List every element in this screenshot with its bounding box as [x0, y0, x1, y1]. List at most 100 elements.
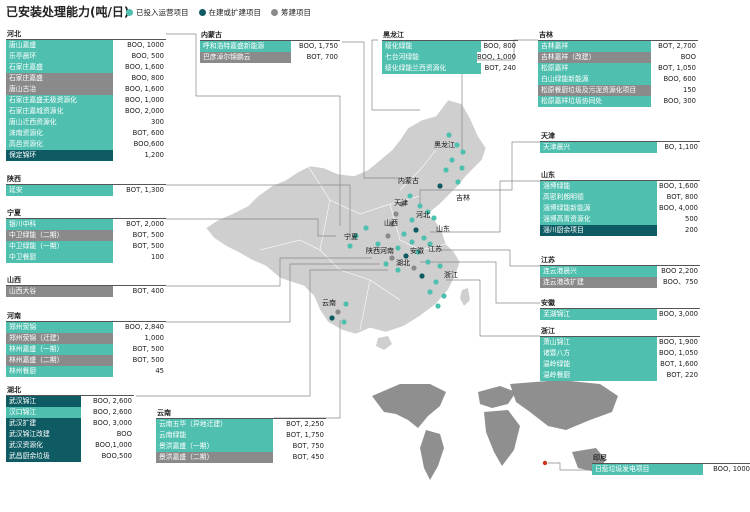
project-capacity: BOT, 750 — [292, 442, 324, 450]
project-dot-operating — [459, 165, 465, 171]
project-row: 淄博高青资源化 500 — [540, 214, 700, 225]
project-row: 林州嘉盛（二期） BOT, 500 — [6, 355, 166, 366]
project-name: 中卫绿能（一期） — [6, 241, 113, 252]
panel-title-zhejiang: 浙江 — [540, 326, 700, 337]
project-row: 松原嘉祥 BOT, 1,050 — [538, 63, 698, 74]
project-name: 日惹垃圾发电项目 — [592, 464, 703, 475]
project-row: 林州餐厨 45 — [6, 366, 166, 377]
project-capacity: 1,000 — [144, 334, 164, 342]
panel-title-shaanxi: 陕西 — [6, 174, 166, 185]
project-capacity: BOO, 1,000 — [476, 53, 516, 61]
project-capacity: BOO, 2,600 — [92, 397, 132, 405]
project-name: 林州餐厨 — [6, 366, 113, 377]
panel-shandong: 山东 淄博绿能 BOO, 1,600 高密利朗明德 BOT, 800 淄博绿能新能源 BOO… — [540, 170, 700, 236]
panel-title-heilongjiang: 黑龙江 — [382, 30, 518, 41]
project-name: 萧山锦江 — [540, 337, 657, 348]
project-name: 郑州荥锦（迁建） — [6, 333, 113, 344]
project-capacity: BOO,600 — [133, 140, 164, 148]
project-name: 银川中科 — [6, 219, 113, 230]
indonesia-marker — [542, 460, 548, 466]
project-row: 郑州荥锦 BOO, 2,840 — [6, 322, 166, 333]
project-capacity: BOO, 800 — [131, 74, 164, 82]
project-capacity: BOO, 1,900 — [658, 338, 698, 346]
project-name: 林州嘉盛（一期） — [6, 344, 113, 355]
project-name: 武汉资源化 — [6, 440, 81, 451]
project-name: 保定锦环 — [6, 150, 113, 161]
project-capacity: BOO、750 — [662, 278, 698, 286]
taiwan-shape — [460, 288, 470, 306]
map-label: 河南 — [380, 247, 394, 255]
project-capacity: BOT, 240 — [484, 64, 516, 72]
project-capacity: BOT, 400 — [132, 287, 164, 295]
project-row: 石家庄嘉盛 BOO, 800 — [6, 73, 166, 84]
project-row: 唐山迁西资源化 300 — [6, 117, 166, 128]
project-row: 吉林嘉祥（改建） BOO — [538, 52, 698, 63]
project-name: 中卫餐厨 — [6, 252, 113, 263]
project-row: 保定锦环 1,200 — [6, 150, 166, 161]
project-row: 日惹垃圾发电项目 BOO, 1000 — [592, 464, 750, 475]
project-row: 连云港改扩建 BOO、750 — [540, 277, 700, 288]
project-dot-planned — [393, 211, 399, 217]
panel-hebei: 河北 唐山嘉盛 BOO, 1000 乐亭晨环 BOO, 500 石家庄嘉盛 BOO, 1,6… — [6, 29, 166, 161]
panel-title-shandong: 山东 — [540, 170, 700, 181]
project-name: 温岭绿能 — [540, 359, 657, 370]
project-row: 石家庄嘉城资源化 BOO, 2,000 — [6, 106, 166, 117]
project-name: 呼和浩特嘉盛新能源 — [200, 41, 291, 52]
project-row: 郑州荥锦（迁建） 1,000 — [6, 333, 166, 344]
project-name: 石家庄嘉城资源化 — [6, 106, 113, 117]
project-dot-operating — [407, 193, 413, 199]
panel-neimenggu: 内蒙古 呼和浩特嘉盛新能源 BOO, 1,750 巴彦淖尔锦鹏云 BOT, 700 — [200, 30, 340, 63]
project-capacity: BOO, 2,840 — [124, 323, 164, 331]
project-row: 景洪嘉盛（二期） BOT, 450 — [156, 452, 326, 463]
project-row: 武汉扩建 BOO, 3,000 — [6, 418, 134, 429]
project-name: 巴彦淖尔锦鹏云 — [200, 52, 291, 63]
panel-title-hebei: 河北 — [6, 29, 166, 40]
project-capacity: 45 — [155, 367, 164, 375]
project-dot-planned — [411, 265, 417, 271]
project-row: 景洪嘉盛（一期） BOT, 750 — [156, 441, 326, 452]
project-row: 石家庄嘉盛 BOO, 1,600 — [6, 62, 166, 73]
map-label: 内蒙古 — [398, 177, 419, 185]
project-name: 郑州荥锦 — [6, 322, 113, 333]
project-name: 涞南资源化 — [6, 128, 113, 139]
project-row: 温岭绿能 BOT, 1,600 — [540, 359, 700, 370]
project-row: 绥化绿能兰西资源化 BOT, 240 — [382, 63, 518, 74]
project-capacity: BOO, 1,000 — [124, 96, 164, 104]
project-name: 林州嘉盛（二期） — [6, 355, 113, 366]
project-capacity: BOO, 600 — [663, 75, 696, 83]
map-label: 宁夏 — [344, 233, 358, 241]
project-name: 石家庄嘉盛无极资源化 — [6, 95, 113, 106]
project-dot-operating — [343, 301, 349, 307]
project-row: 巴彦淖尔锦鹏云 BOT, 700 — [200, 52, 340, 63]
panel-shaanxi: 陕西 延安 BOT, 1,300 — [6, 174, 166, 196]
project-dot-operating — [460, 149, 466, 155]
project-capacity: BOO, 1,600 — [658, 182, 698, 190]
project-dot-operating — [409, 239, 415, 245]
project-capacity: BOO, 300 — [663, 97, 696, 105]
project-name: 武汉扩建 — [6, 418, 81, 429]
project-name: 绥化绿能 — [382, 41, 481, 52]
project-capacity: BOO, 1,050 — [658, 349, 698, 357]
project-capacity: 300 — [151, 118, 164, 126]
project-capacity: BO, 1,100 — [664, 143, 698, 151]
map-label: 天津 — [394, 199, 408, 207]
project-dot-operating — [443, 167, 449, 173]
map-label: 吉林 — [456, 194, 470, 202]
panel-heilongjiang: 黑龙江 绥化绿能 BOO, 800 七台河绿能 BOO, 1,000 绥化绿能兰西资源化 B… — [382, 30, 518, 74]
project-row: 石家庄嘉盛无极资源化 BOO, 1,000 — [6, 95, 166, 106]
project-capacity: BOO, 1,600 — [124, 63, 164, 71]
map-label: 山西 — [384, 219, 398, 227]
project-dot-operating — [421, 235, 427, 241]
project-name: 高密利朗明德 — [540, 192, 657, 203]
panel-zhejiang: 浙江 萧山锦江 BOO, 1,900 诸暨八方 BOO, 1,050 温岭绿能 BOT, 1… — [540, 326, 700, 381]
project-capacity: BOO, 2,000 — [124, 107, 164, 115]
panel-title-shanxi: 山西 — [6, 275, 166, 286]
project-dot-operating — [409, 217, 415, 223]
panel-title-indonesia: 印尼 — [592, 453, 750, 464]
project-dot-operating — [341, 319, 347, 325]
project-name: 诸暨八方 — [540, 348, 657, 359]
map-label: 云南 — [322, 299, 336, 307]
project-dot-operating — [417, 203, 423, 209]
project-capacity: 100 — [151, 253, 164, 261]
project-dot-construction — [437, 183, 443, 189]
